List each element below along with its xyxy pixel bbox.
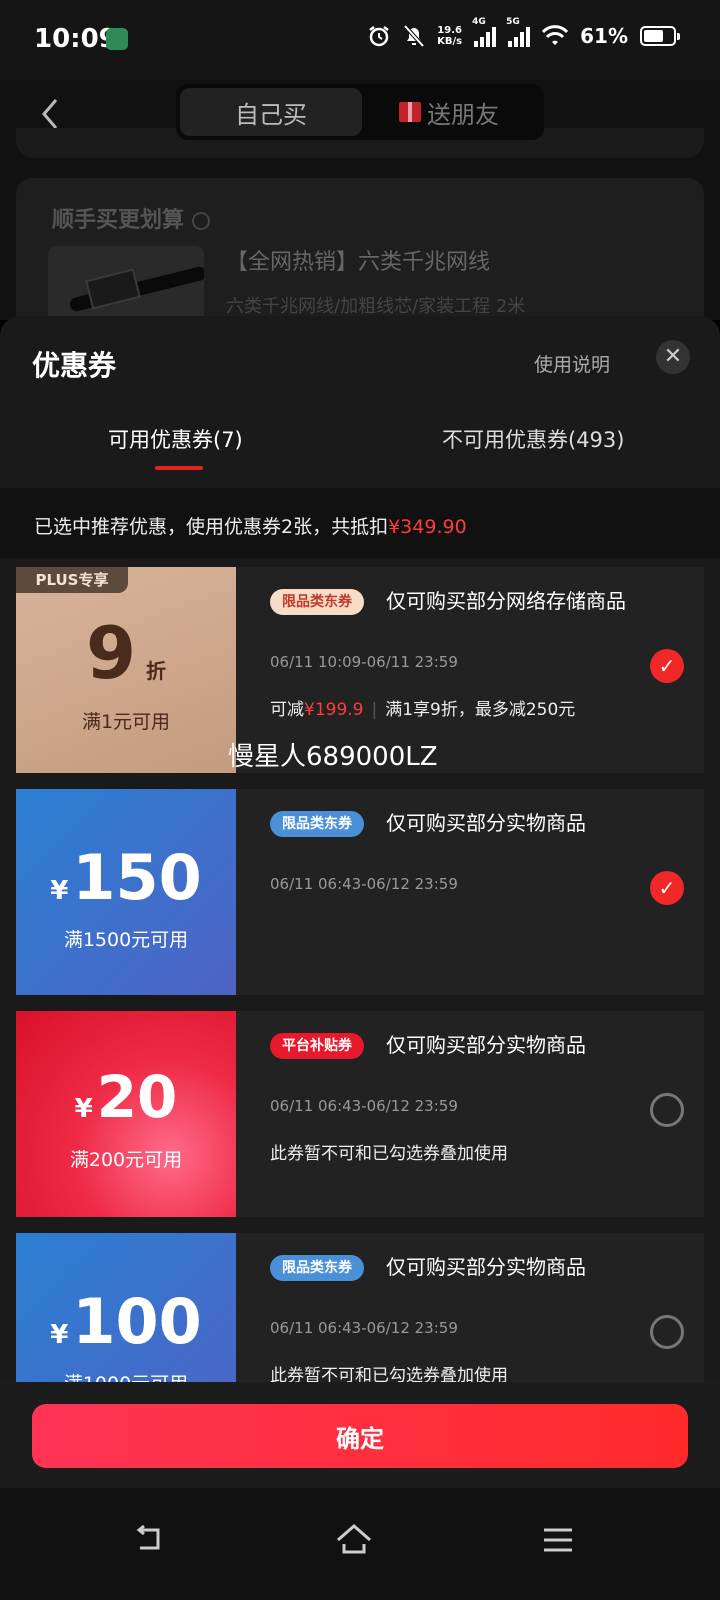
coupon-amount: ¥100 xyxy=(16,1285,236,1358)
sheet-title: 优惠券 xyxy=(32,349,117,382)
coupon-note: 此券暂不可和已勾选券叠加使用 xyxy=(270,1144,508,1164)
plus-badge: PLUS专享 xyxy=(16,567,128,593)
close-icon[interactable]: ✕ xyxy=(656,340,690,374)
coupon-value-panel: ¥20 满200元可用 xyxy=(11,1011,236,1217)
home-nav-icon[interactable] xyxy=(334,1520,374,1560)
bottom-action-bar: 确定 xyxy=(0,1382,720,1488)
back-nav-icon[interactable] xyxy=(130,1520,170,1560)
coupon-date: 06/11 10:09-06/11 23:59 xyxy=(270,653,458,671)
checked-icon[interactable]: ✓ xyxy=(650,871,684,905)
coupon-title: 仅可购买部分实物商品 xyxy=(386,1033,586,1057)
tab-available-coupons[interactable]: 可用优惠券(7) xyxy=(108,424,243,454)
coupon-condition: 满1500元可用 xyxy=(63,929,189,951)
battery-percent: 61% xyxy=(580,24,628,48)
info-icon[interactable] xyxy=(192,212,211,230)
system-nav-bar xyxy=(0,1488,720,1600)
tab-unavailable-coupons[interactable]: 不可用优惠券(493) xyxy=(442,424,624,454)
coupon-amount-value: 9 xyxy=(85,611,137,695)
coupon-value-panel: PLUS专享 9折 满1元可用 xyxy=(11,567,236,773)
unchecked-radio-icon[interactable] xyxy=(650,1315,684,1349)
cell-signal-2-icon: 5G xyxy=(506,17,531,47)
active-tab-indicator xyxy=(155,466,203,470)
coupon-condition: 满200元可用 xyxy=(69,1149,183,1171)
mute-bell-icon xyxy=(403,24,425,48)
watermark-text: 慢星人689000LZ xyxy=(228,742,438,772)
coupon-date: 06/11 06:43-06/12 23:59 xyxy=(270,1097,458,1115)
coupon-deduction: 可减¥199.9 | 满1享9折，最多减250元 xyxy=(270,700,576,720)
coupon-condition: 满1元可用 xyxy=(81,711,171,733)
coupon-sheet: 优惠券 使用说明 ✕ 可用优惠券(7) 不可用优惠券(493) 已选中推荐优惠，… xyxy=(0,316,720,1416)
status-bar: 10:09 19.6 KB/s 4G 5G 61% xyxy=(0,0,720,80)
deduct-label: 可减 xyxy=(270,700,304,720)
status-icons: 19.6 KB/s 4G 5G 61% xyxy=(367,17,680,48)
coupon-tag: 限品类东券 xyxy=(270,811,364,837)
unchecked-radio-icon[interactable] xyxy=(650,1093,684,1127)
coupon-amount: ¥20 xyxy=(16,1063,236,1131)
coupon-tag: 平台补贴券 xyxy=(270,1033,364,1059)
background-page: 自己买 送朋友 顺手买更划算 【全网热销】六类千兆网线 六类千兆网线/加粗线芯/… xyxy=(0,80,720,338)
selection-summary: 已选中推荐优惠，使用优惠券2张，共抵扣¥349.90 xyxy=(0,488,720,558)
deduct-amount: ¥199.9 xyxy=(304,700,364,720)
product-title[interactable]: 【全网热销】六类千兆网线 xyxy=(226,244,490,276)
bundle-card: 顺手买更划算 【全网热销】六类千兆网线 六类千兆网线/加粗线芯/家装工程 2米 xyxy=(16,178,704,338)
usage-instructions-link[interactable]: 使用说明 xyxy=(534,350,610,377)
summary-amount: ¥349.90 xyxy=(388,516,467,538)
coupon-card[interactable]: ¥20 满200元可用 平台补贴券 仅可购买部分实物商品 06/11 06:43… xyxy=(11,1011,704,1217)
gift-icon xyxy=(399,102,421,122)
bundle-title: 顺手买更划算 xyxy=(52,202,211,234)
coupon-title: 仅可购买部分实物商品 xyxy=(386,1255,586,1279)
confirm-button[interactable]: 确定 xyxy=(32,1404,688,1468)
checked-icon[interactable]: ✓ xyxy=(650,649,684,683)
alarm-icon xyxy=(369,26,389,47)
net-speed: 19.6 KB/s xyxy=(437,25,462,47)
net-speed-value: 19.6 xyxy=(437,25,462,36)
app-notification-icon xyxy=(106,28,128,50)
coupon-date: 06/11 06:43-06/12 23:59 xyxy=(270,875,458,893)
coupon-value-panel: ¥150 满1500元可用 xyxy=(11,789,236,995)
wifi-icon xyxy=(542,25,569,45)
summary-text: 已选中推荐优惠，使用优惠券2张，共抵扣 xyxy=(34,516,389,538)
status-time: 10:09 xyxy=(34,24,117,54)
coupon-details: 限品类东券 仅可购买部分实物商品 06/11 06:43-06/12 23:59… xyxy=(236,789,704,995)
coupon-amount: ¥150 xyxy=(16,841,236,914)
coupon-unit: 折 xyxy=(146,659,167,683)
product-subtitle: 六类千兆网线/加粗线芯/家装工程 2米 xyxy=(226,296,526,317)
tab-send-friend-label: 送朋友 xyxy=(427,100,499,129)
sig1-label: 4G xyxy=(472,17,486,27)
tab-send-friend[interactable]: 送朋友 xyxy=(358,88,540,136)
coupon-details: 平台补贴券 仅可购买部分实物商品 06/11 06:43-06/12 23:59… xyxy=(236,1011,704,1217)
coupon-tag: 限品类东券 xyxy=(270,1255,364,1281)
purchase-mode-toggle: 自己买 送朋友 xyxy=(176,84,544,140)
coupon-amount-value: 20 xyxy=(96,1063,178,1131)
coupon-amount-value: 100 xyxy=(72,1285,202,1358)
coupon-rule: 满1享9折，最多减250元 xyxy=(385,700,576,720)
cell-signal-1-icon: 4G xyxy=(472,17,497,47)
currency-symbol: ¥ xyxy=(74,1094,93,1124)
coupon-amount-value: 150 xyxy=(72,841,202,914)
menu-nav-icon[interactable] xyxy=(538,1520,578,1560)
battery-icon xyxy=(640,26,680,46)
currency-symbol: ¥ xyxy=(50,1320,69,1350)
coupon-title: 仅可购买部分实物商品 xyxy=(386,811,586,835)
coupon-amount: 9折 xyxy=(16,611,236,695)
tab-buy-self[interactable]: 自己买 xyxy=(180,88,362,136)
net-speed-unit: KB/s xyxy=(437,36,463,47)
bundle-title-text: 顺手买更划算 xyxy=(52,208,185,233)
product-thumbnail[interactable] xyxy=(48,246,204,326)
coupon-title: 仅可购买部分网络存储商品 xyxy=(386,589,626,613)
sig2-label: 5G xyxy=(506,17,520,27)
coupon-tag: 限品类东券 xyxy=(270,589,364,615)
coupon-card[interactable]: ¥150 满1500元可用 限品类东券 仅可购买部分实物商品 06/11 06:… xyxy=(11,789,704,995)
coupon-date: 06/11 06:43-06/12 23:59 xyxy=(270,1319,458,1337)
currency-symbol: ¥ xyxy=(50,876,69,906)
